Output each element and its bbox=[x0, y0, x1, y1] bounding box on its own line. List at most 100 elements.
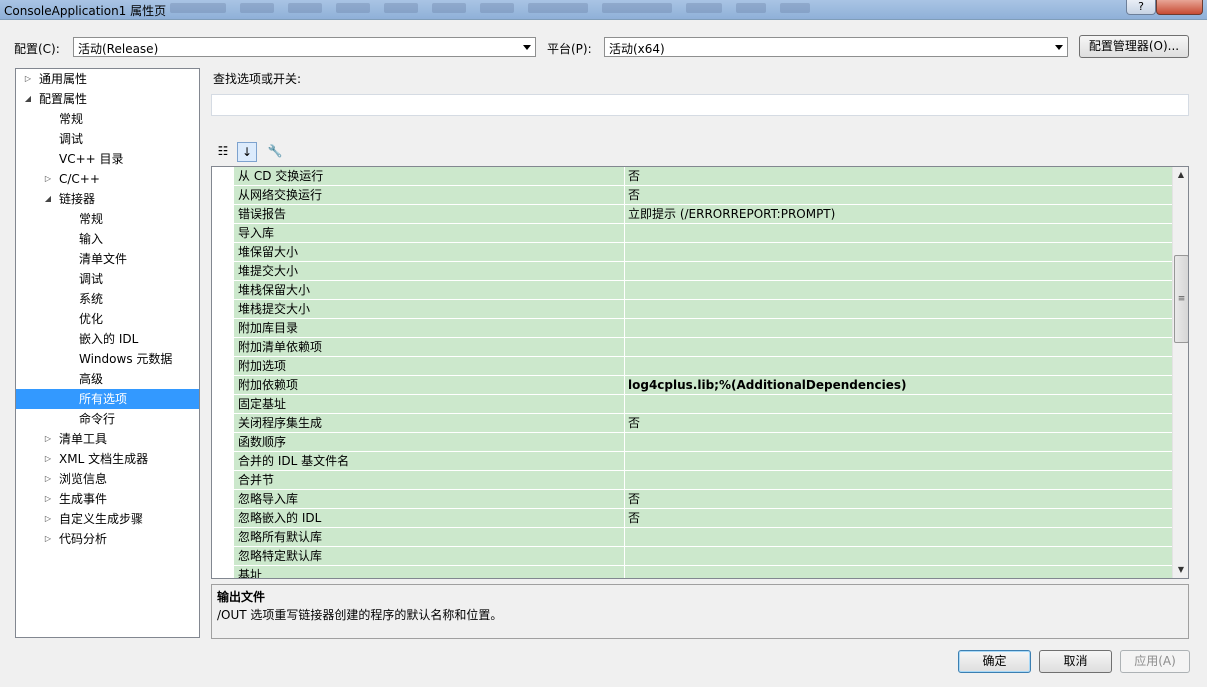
grid-row[interactable]: 附加选项 bbox=[234, 357, 1173, 376]
grid-row[interactable]: 附加依赖项 log4cplus.lib;%(AdditionalDependen… bbox=[234, 376, 1173, 395]
tree-item[interactable]: ◢ 链接器 bbox=[16, 189, 199, 209]
property-value[interactable] bbox=[624, 243, 1168, 261]
property-value[interactable] bbox=[624, 300, 1168, 318]
property-value[interactable]: 否 bbox=[624, 167, 1168, 185]
ok-button[interactable]: 确定 bbox=[958, 650, 1031, 673]
property-value[interactable] bbox=[624, 566, 1168, 578]
scroll-down-arrow-icon[interactable]: ▼ bbox=[1173, 562, 1188, 578]
tree-item-label: 系统 bbox=[79, 292, 104, 306]
config-manager-button[interactable]: 配置管理器(O)... bbox=[1079, 35, 1189, 58]
tree-item[interactable]: ▷ 通用属性 bbox=[16, 69, 199, 89]
grid-row[interactable]: 忽略嵌入的 IDL 否 bbox=[234, 509, 1173, 528]
tree-item[interactable]: 常规 bbox=[16, 109, 199, 129]
platform-combo[interactable]: 活动(x64) bbox=[604, 37, 1068, 57]
grid-row[interactable]: 附加库目录 bbox=[234, 319, 1173, 338]
expand-arrow-icon[interactable]: ▷ bbox=[43, 529, 53, 549]
expand-arrow-icon[interactable]: ▷ bbox=[43, 469, 53, 489]
grid-row[interactable]: 关闭程序集生成 否 bbox=[234, 414, 1173, 433]
tree-item[interactable]: Windows 元数据 bbox=[16, 349, 199, 369]
property-value[interactable]: 否 bbox=[624, 509, 1168, 527]
tree-item[interactable]: 系统 bbox=[16, 289, 199, 309]
scrollbar-thumb[interactable]: ≡ bbox=[1174, 255, 1188, 343]
property-value[interactable]: 否 bbox=[624, 414, 1168, 432]
property-value[interactable] bbox=[624, 338, 1168, 356]
property-value[interactable] bbox=[624, 262, 1168, 280]
tree-item[interactable]: ▷ 生成事件 bbox=[16, 489, 199, 509]
property-value[interactable]: log4cplus.lib;%(AdditionalDependencies) bbox=[624, 376, 1168, 394]
tree-item[interactable]: ▷ 代码分析 bbox=[16, 529, 199, 549]
cancel-button[interactable]: 取消 bbox=[1039, 650, 1112, 673]
property-value[interactable]: 立即提示 (/ERRORREPORT:PROMPT) bbox=[624, 205, 1168, 223]
property-tree[interactable]: ▷ 通用属性 ◢ 配置属性 常规 调试 VC++ 目录 ▷ C/C++ ◢ 链接… bbox=[15, 68, 200, 638]
alphabetical-sort-icon[interactable]: ↓ bbox=[237, 142, 257, 162]
property-value[interactable]: 否 bbox=[624, 490, 1168, 508]
config-combo[interactable]: 活动(Release) bbox=[73, 37, 536, 57]
grid-row[interactable]: 忽略所有默认库 bbox=[234, 528, 1173, 547]
grid-row[interactable]: 忽略导入库 否 bbox=[234, 490, 1173, 509]
grid-row[interactable]: 合并节 bbox=[234, 471, 1173, 490]
tree-item-selected[interactable]: 所有选项 bbox=[16, 389, 199, 409]
expand-arrow-icon[interactable]: ▷ bbox=[43, 429, 53, 449]
tree-item[interactable]: ◢ 配置属性 bbox=[16, 89, 199, 109]
property-value[interactable] bbox=[624, 357, 1168, 375]
tree-item[interactable]: ▷ 浏览信息 bbox=[16, 469, 199, 489]
property-value[interactable] bbox=[624, 319, 1168, 337]
property-name: 附加选项 bbox=[238, 359, 287, 373]
property-value[interactable] bbox=[624, 471, 1168, 489]
collapse-arrow-icon[interactable]: ◢ bbox=[23, 89, 33, 109]
grid-scrollbar[interactable]: ▲ ≡ ▼ bbox=[1172, 167, 1188, 578]
tree-item[interactable]: 调试 bbox=[16, 129, 199, 149]
expand-arrow-icon[interactable]: ▷ bbox=[43, 489, 53, 509]
tree-item[interactable]: 命令行 bbox=[16, 409, 199, 429]
property-name: 堆栈保留大小 bbox=[238, 283, 311, 297]
close-button[interactable] bbox=[1156, 0, 1203, 15]
property-value[interactable] bbox=[624, 452, 1168, 470]
search-input[interactable] bbox=[211, 94, 1189, 116]
grid-row[interactable]: 从 CD 交换运行 否 bbox=[234, 167, 1173, 186]
apply-button[interactable]: 应用(A) bbox=[1120, 650, 1190, 673]
grid-row[interactable]: 堆提交大小 bbox=[234, 262, 1173, 281]
expand-arrow-icon[interactable]: ▷ bbox=[43, 509, 53, 529]
property-pages-wrench-icon[interactable]: 🔧 bbox=[265, 142, 285, 162]
property-value[interactable] bbox=[624, 224, 1168, 242]
grid-row[interactable]: 基址 bbox=[234, 566, 1173, 578]
tree-item[interactable]: 输入 bbox=[16, 229, 199, 249]
tree-item[interactable]: ▷ 自定义生成步骤 bbox=[16, 509, 199, 529]
expand-arrow-icon[interactable]: ▷ bbox=[43, 449, 53, 469]
tree-item[interactable]: ▷ XML 文档生成器 bbox=[16, 449, 199, 469]
help-button[interactable]: ? bbox=[1126, 0, 1156, 15]
tree-item[interactable]: 清单文件 bbox=[16, 249, 199, 269]
grid-row[interactable]: 忽略特定默认库 bbox=[234, 547, 1173, 566]
collapse-arrow-icon[interactable]: ◢ bbox=[43, 189, 53, 209]
grid-row[interactable]: 函数顺序 bbox=[234, 433, 1173, 452]
categorized-view-icon[interactable]: ☷ bbox=[213, 142, 233, 162]
grid-row[interactable]: 附加清单依赖项 bbox=[234, 338, 1173, 357]
grid-row[interactable]: 从网络交换运行 否 bbox=[234, 186, 1173, 205]
property-grid[interactable]: 从 CD 交换运行 否 从网络交换运行 否 错误报告 立即提示 (/ERRORR… bbox=[211, 166, 1189, 579]
expand-arrow-icon[interactable]: ▷ bbox=[43, 169, 53, 189]
tree-item[interactable]: VC++ 目录 bbox=[16, 149, 199, 169]
grid-row[interactable]: 固定基址 bbox=[234, 395, 1173, 414]
scroll-up-arrow-icon[interactable]: ▲ bbox=[1173, 167, 1188, 183]
tree-item[interactable]: 调试 bbox=[16, 269, 199, 289]
tree-item[interactable]: 嵌入的 IDL bbox=[16, 329, 199, 349]
property-value[interactable]: 否 bbox=[624, 186, 1168, 204]
grid-row[interactable]: 错误报告 立即提示 (/ERRORREPORT:PROMPT) bbox=[234, 205, 1173, 224]
tree-item[interactable]: 高级 bbox=[16, 369, 199, 389]
grid-row[interactable]: 堆栈保留大小 bbox=[234, 281, 1173, 300]
property-value[interactable] bbox=[624, 547, 1168, 565]
tree-item[interactable]: ▷ C/C++ bbox=[16, 169, 199, 189]
tree-item[interactable]: 优化 bbox=[16, 309, 199, 329]
property-value[interactable] bbox=[624, 528, 1168, 546]
grid-row[interactable]: 堆栈提交大小 bbox=[234, 300, 1173, 319]
tree-item[interactable]: 常规 bbox=[16, 209, 199, 229]
expand-arrow-icon[interactable]: ▷ bbox=[23, 69, 33, 89]
tree-item-label: 清单文件 bbox=[79, 252, 128, 266]
tree-item[interactable]: ▷ 清单工具 bbox=[16, 429, 199, 449]
grid-row[interactable]: 合并的 IDL 基文件名 bbox=[234, 452, 1173, 471]
property-value[interactable] bbox=[624, 281, 1168, 299]
grid-row[interactable]: 堆保留大小 bbox=[234, 243, 1173, 262]
property-value[interactable] bbox=[624, 433, 1168, 451]
grid-row[interactable]: 导入库 bbox=[234, 224, 1173, 243]
property-value[interactable] bbox=[624, 395, 1168, 413]
